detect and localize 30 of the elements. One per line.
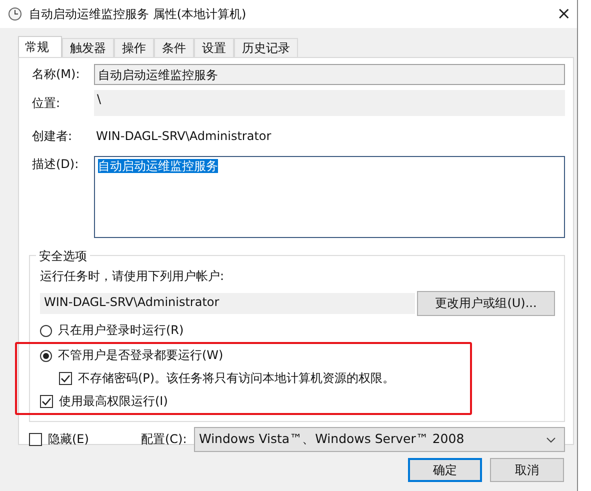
group-title: 安全选项	[36, 248, 90, 265]
option-label: 不管用户是否登录都要运行(W)	[58, 347, 224, 364]
option-label: 使用最高权限运行(I)	[59, 393, 168, 410]
configure-dropdown[interactable]: Windows Vista™、Windows Server™ 2008	[194, 427, 565, 452]
description-text: 自动启动运维监控服务	[98, 159, 218, 173]
field-label: 位置:	[32, 94, 62, 112]
ok-button[interactable]: 确定	[408, 458, 482, 482]
account-field: WIN-DAGL-SRV\Administrator	[40, 293, 415, 314]
tab[interactable]: 设置	[194, 38, 234, 57]
tab[interactable]: 触发器	[62, 38, 114, 57]
tab[interactable]: 历史记录	[234, 38, 298, 57]
tab[interactable]: 操作	[114, 38, 154, 57]
field-label: 配置(C):	[141, 431, 188, 448]
window-title: 自动启动运维监控服务 属性(本地计算机)	[29, 6, 248, 22]
close-button[interactable]: ×	[552, 4, 575, 24]
cancel-button[interactable]: 取消	[490, 458, 564, 482]
option-label: 不存储密码(P)。该任务将只有访问本地计算机资源的权限。	[78, 370, 395, 387]
field-label: 创建者:	[32, 128, 74, 144]
author-value: WIN-DAGL-SRV\Administrator	[95, 128, 272, 145]
option-label: 只在用户登录时运行(R)	[58, 322, 184, 339]
change-user-button[interactable]: 更改用户或组(U)...	[417, 291, 555, 316]
account-prompt: 运行任务时，请使用下列用户帐户:	[40, 268, 226, 285]
description-field[interactable]: 自动启动运维监控服务	[94, 156, 565, 238]
option-label: 隐藏(E)	[48, 431, 89, 448]
tab[interactable]: 常规	[18, 36, 62, 57]
field-label: 名称(M):	[32, 66, 81, 83]
location-field: \	[94, 90, 565, 116]
field-label: 描述(D):	[32, 156, 80, 173]
tab[interactable]: 条件	[154, 38, 194, 57]
name-field[interactable]: 自动启动运维监控服务	[94, 64, 565, 85]
